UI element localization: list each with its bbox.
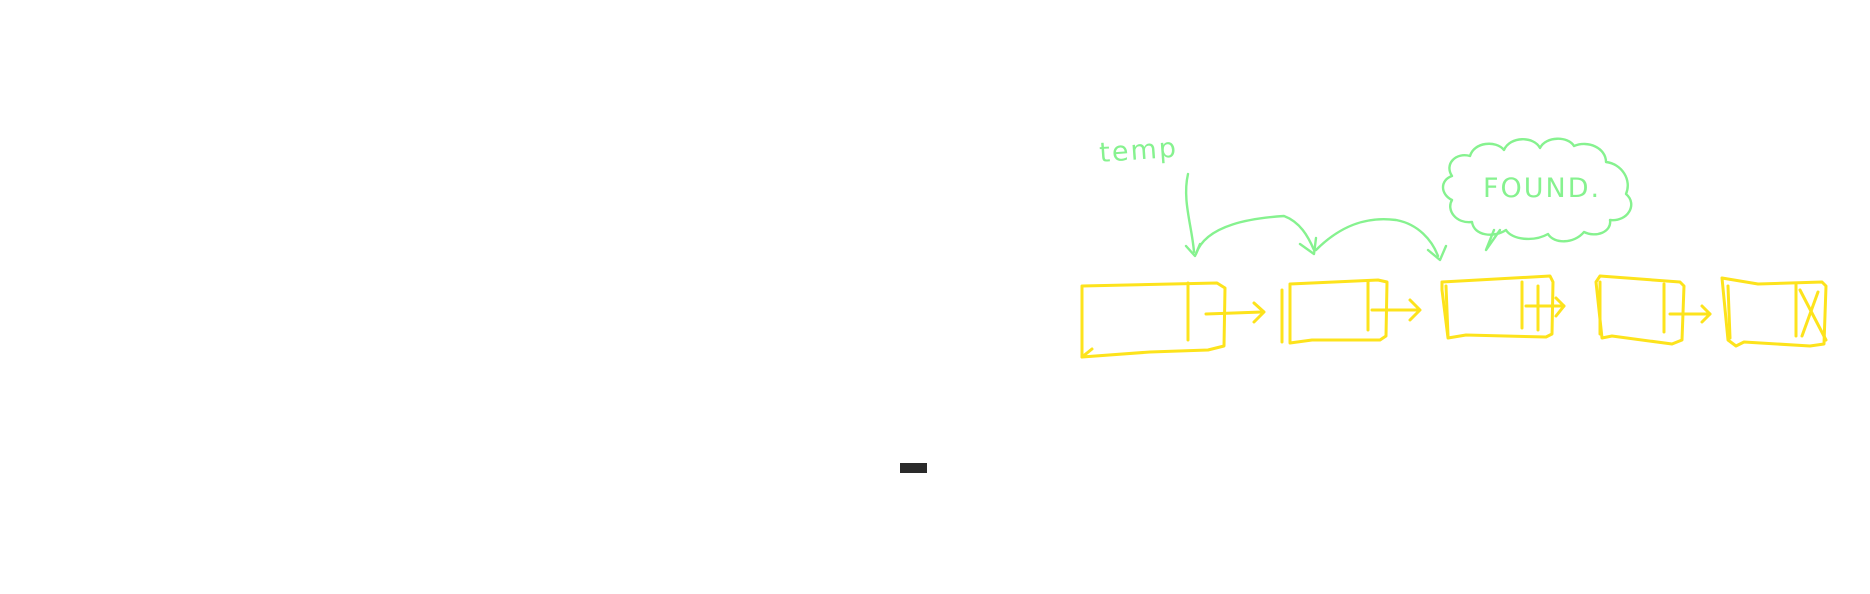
dash-marker [900,463,927,473]
list-node-1 [1080,281,1227,359]
node-4-box [1594,274,1686,346]
linked-list [1080,274,1828,359]
next-arrow-3 [1524,296,1566,318]
hop-arrow-2 [1314,218,1448,262]
next-arrow-1 [1204,301,1266,324]
next-arrow-2 [1370,298,1422,322]
temp-pointer-arrow [1184,172,1202,258]
next-arrow-4 [1668,304,1712,324]
hop-arrow-1 [1194,214,1318,256]
list-node-2 [1280,278,1389,345]
temp-label: temp [1098,133,1179,169]
node-5-left-edge [1726,284,1732,340]
found-callout-text: FOUND. [1483,173,1601,204]
annotations: temp FOUND. [1098,133,1633,262]
node-1-box [1080,281,1227,359]
list-node-4 [1594,274,1686,346]
whiteboard-canvas: temp FOUND. [1080,133,1828,359]
null-cross-icon [1798,288,1828,342]
node-3-left-edge [1444,284,1450,338]
